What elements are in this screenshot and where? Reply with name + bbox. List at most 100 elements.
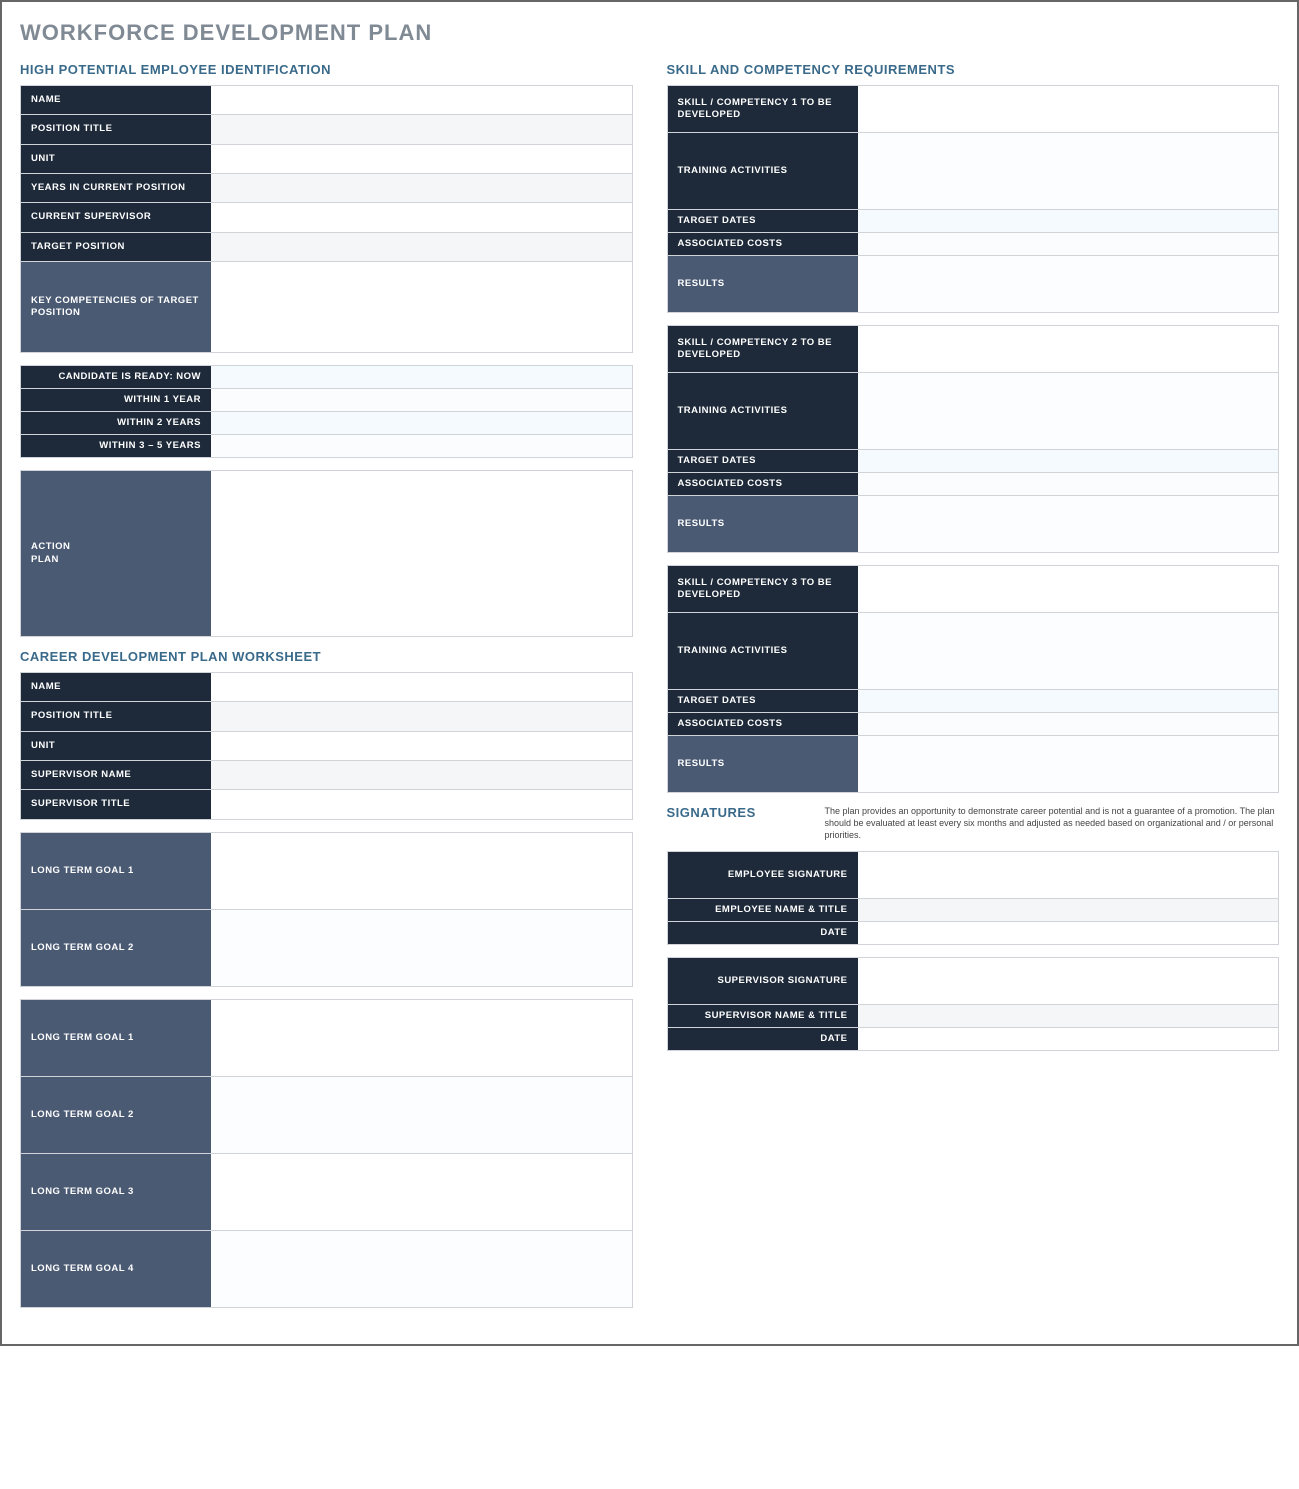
skill-1-training-field[interactable] [858,133,1279,209]
ltg-b-table: LONG TERM GOAL 1 LONG TERM GOAL 2 LONG T… [20,999,633,1308]
action-plan-label: ACTION PLAN [21,471,211,636]
signatures-note: The plan provides an opportunity to demo… [825,805,1280,841]
skill-3-costs-field[interactable] [858,713,1279,735]
skill-1-dates-label: TARGET DATES [668,210,858,232]
skill-1-table: SKILL / COMPETENCY 1 TO BE DEVELOPED TRA… [667,85,1280,313]
skill-2-costs-field[interactable] [858,473,1279,495]
hp-unit-field[interactable] [211,145,632,173]
hp-name-label: NAME [21,86,211,114]
sup-name-label: SUPERVISOR NAME & TITLE [668,1005,858,1027]
page-title: WORKFORCE DEVELOPMENT PLAN [20,20,1279,46]
ltg-a2-label: LONG TERM GOAL 2 [21,910,211,986]
action-plan-table: ACTION PLAN [20,470,633,637]
skill-1-field[interactable] [858,86,1279,132]
skill-2-table: SKILL / COMPETENCY 2 TO BE DEVELOPED TRA… [667,325,1280,553]
ltg-b3-label: LONG TERM GOAL 3 [21,1154,211,1230]
action-plan-field[interactable] [211,471,632,636]
ltg-b4-field[interactable] [211,1231,632,1307]
emp-sig-label: EMPLOYEE SIGNATURE [668,852,858,898]
readiness-table: CANDIDATE IS READY: NOW WITHIN 1 YEAR WI… [20,365,633,458]
signatures-heading: SIGNATURES [667,805,807,820]
emp-name-field[interactable] [858,899,1279,921]
skill-2-results-label: RESULTS [668,496,858,552]
sup-date-field[interactable] [858,1028,1279,1050]
hp-target-position-field[interactable] [211,233,632,261]
skill-2-costs-label: ASSOCIATED COSTS [668,473,858,495]
ready-35y-label: WITHIN 3 – 5 YEARS [21,435,211,457]
skill-2-training-label: TRAINING ACTIVITIES [668,373,858,449]
left-column: HIGH POTENTIAL EMPLOYEE IDENTIFICATION N… [20,56,633,1320]
ltg-b2-label: LONG TERM GOAL 2 [21,1077,211,1153]
skill-1-costs-field[interactable] [858,233,1279,255]
ltg-b3-field[interactable] [211,1154,632,1230]
hp-years-field[interactable] [211,174,632,202]
emp-sig-field[interactable] [858,852,1279,898]
ready-1y-label: WITHIN 1 YEAR [21,389,211,411]
cdp-sup-title-field[interactable] [211,790,632,818]
skill-1-results-field[interactable] [858,256,1279,312]
skill-3-costs-label: ASSOCIATED COSTS [668,713,858,735]
supervisor-signature-table: SUPERVISOR SIGNATURE SUPERVISOR NAME & T… [667,957,1280,1051]
skill-3-table: SKILL / COMPETENCY 3 TO BE DEVELOPED TRA… [667,565,1280,793]
skill-2-training-field[interactable] [858,373,1279,449]
sup-name-field[interactable] [858,1005,1279,1027]
skill-1-label: SKILL / COMPETENCY 1 TO BE DEVELOPED [668,86,858,132]
cdp-name-field[interactable] [211,673,632,701]
ready-now-label: CANDIDATE IS READY: NOW [21,366,211,388]
skill-heading: SKILL AND COMPETENCY REQUIREMENTS [667,62,1280,77]
cdp-position-field[interactable] [211,702,632,730]
skill-1-dates-field[interactable] [858,210,1279,232]
skill-3-results-label: RESULTS [668,736,858,792]
ltg-b4-label: LONG TERM GOAL 4 [21,1231,211,1307]
cdp-name-label: NAME [21,673,211,701]
emp-date-label: DATE [668,922,858,944]
sup-sig-field[interactable] [858,958,1279,1004]
hp-name-field[interactable] [211,86,632,114]
hp-position-field[interactable] [211,115,632,143]
employee-signature-table: EMPLOYEE SIGNATURE EMPLOYEE NAME & TITLE… [667,851,1280,945]
ltg-b1-label: LONG TERM GOAL 1 [21,1000,211,1076]
skill-3-field[interactable] [858,566,1279,612]
skill-1-results-label: RESULTS [668,256,858,312]
hp-years-label: YEARS IN CURRENT POSITION [21,174,211,202]
skill-3-dates-field[interactable] [858,690,1279,712]
ready-35y-field[interactable] [211,435,632,457]
skill-1-costs-label: ASSOCIATED COSTS [668,233,858,255]
hp-unit-label: UNIT [21,145,211,173]
hp-supervisor-field[interactable] [211,203,632,231]
columns: HIGH POTENTIAL EMPLOYEE IDENTIFICATION N… [20,56,1279,1320]
cdp-sup-name-label: SUPERVISOR NAME [21,761,211,789]
cdp-unit-field[interactable] [211,732,632,760]
ltg-b1-field[interactable] [211,1000,632,1076]
emp-name-label: EMPLOYEE NAME & TITLE [668,899,858,921]
hp-key-comp-field[interactable] [211,262,632,352]
signatures-header: SIGNATURES The plan provides an opportun… [667,805,1280,841]
page: WORKFORCE DEVELOPMENT PLAN HIGH POTENTIA… [0,0,1299,1346]
ready-now-field[interactable] [211,366,632,388]
emp-date-field[interactable] [858,922,1279,944]
hp-supervisor-label: CURRENT SUPERVISOR [21,203,211,231]
ltg-a-table: LONG TERM GOAL 1 LONG TERM GOAL 2 [20,832,633,987]
right-column: SKILL AND COMPETENCY REQUIREMENTS SKILL … [667,56,1280,1063]
skill-2-results-field[interactable] [858,496,1279,552]
cdp-sup-title-label: SUPERVISOR TITLE [21,790,211,818]
cdp-sup-name-field[interactable] [211,761,632,789]
skill-3-dates-label: TARGET DATES [668,690,858,712]
skill-2-dates-label: TARGET DATES [668,450,858,472]
ready-2y-field[interactable] [211,412,632,434]
ready-1y-field[interactable] [211,389,632,411]
skill-2-label: SKILL / COMPETENCY 2 TO BE DEVELOPED [668,326,858,372]
skill-3-results-field[interactable] [858,736,1279,792]
ltg-a2-field[interactable] [211,910,632,986]
skill-3-training-field[interactable] [858,613,1279,689]
hp-target-position-label: TARGET POSITION [21,233,211,261]
ltg-a1-label: LONG TERM GOAL 1 [21,833,211,909]
cdp-heading: CAREER DEVELOPMENT PLAN WORKSHEET [20,649,633,664]
sup-date-label: DATE [668,1028,858,1050]
skill-2-dates-field[interactable] [858,450,1279,472]
skill-2-field[interactable] [858,326,1279,372]
ltg-a1-field[interactable] [211,833,632,909]
hp-table: NAME POSITION TITLE UNIT YEARS IN CURREN… [20,85,633,353]
cdp-table: NAME POSITION TITLE UNIT SUPERVISOR NAME… [20,672,633,820]
ltg-b2-field[interactable] [211,1077,632,1153]
